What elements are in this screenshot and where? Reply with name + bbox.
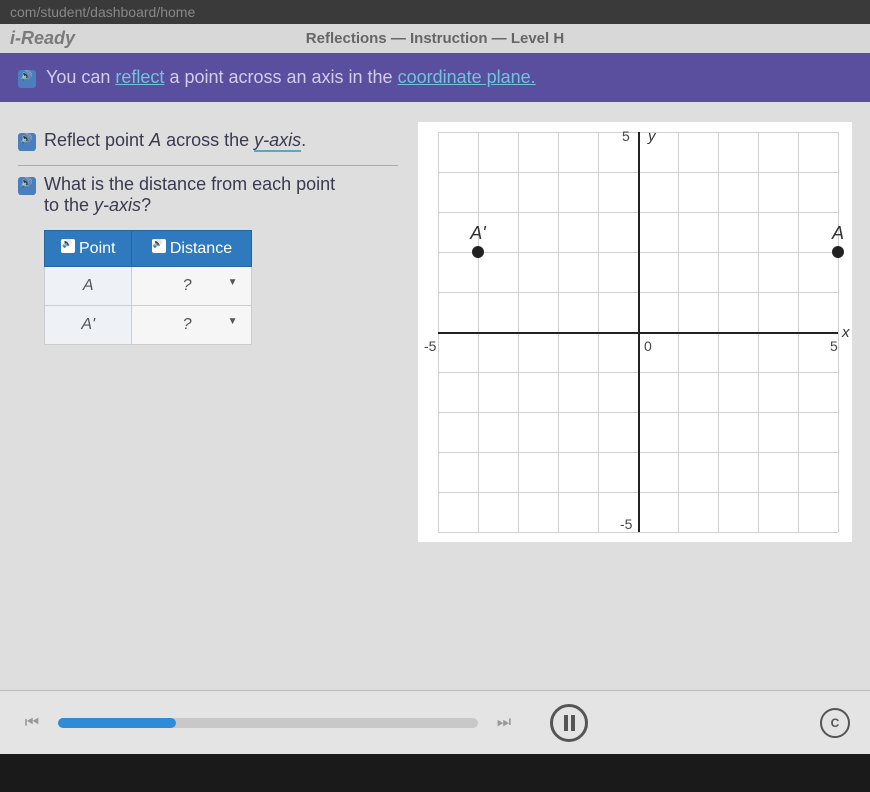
graph-point[interactable]	[472, 246, 484, 258]
col-distance-header: Distance	[132, 231, 252, 267]
content-area: Reflect point A across the y-axis. What …	[0, 102, 870, 690]
coordinate-plane[interactable]: 0-555-5yxAA'	[418, 122, 852, 542]
audio-icon[interactable]	[18, 133, 36, 151]
left-panel: Reflect point A across the y-axis. What …	[18, 122, 398, 670]
banner-text: You can reflect a point across an axis i…	[46, 67, 852, 88]
pause-button[interactable]	[550, 704, 588, 742]
grid: 0-555-5yxAA'	[438, 132, 838, 532]
skip-back-button[interactable]: ⏮	[20, 714, 44, 732]
closed-caption-button[interactable]: C	[820, 708, 850, 738]
distance-dropdown[interactable]: ?▼	[132, 267, 252, 306]
table-row: A' ?▼	[45, 306, 252, 345]
url-text: com/student/dashboard/home	[10, 4, 195, 20]
coordinate-plane-link[interactable]: coordinate plane.	[398, 67, 536, 87]
audio-icon[interactable]	[18, 177, 36, 195]
browser-url-bar: com/student/dashboard/home	[0, 0, 870, 24]
progress-bar[interactable]	[58, 718, 478, 728]
app-title-bar: i-Ready Reflections — Instruction — Leve…	[0, 24, 870, 53]
step1-text: Reflect point A across the y-axis.	[44, 130, 306, 151]
y-axis-link[interactable]: y-axis	[254, 130, 301, 152]
chevron-down-icon: ▼	[228, 277, 238, 288]
progress-fill	[58, 718, 176, 728]
app-logo: i-Ready	[10, 28, 75, 49]
step-2: What is the distance from each point to …	[18, 166, 398, 359]
instruction-banner: You can reflect a point across an axis i…	[0, 53, 870, 102]
step2-text: What is the distance from each point to …	[44, 174, 335, 216]
reflect-link[interactable]: reflect	[115, 67, 164, 87]
point-label: A'	[470, 223, 485, 244]
lesson-title: Reflections — Instruction — Level H	[306, 30, 564, 47]
col-point-header: Point	[45, 231, 132, 267]
distance-dropdown[interactable]: ?▼	[132, 306, 252, 345]
table-row: A ?▼	[45, 267, 252, 306]
chevron-down-icon: ▼	[228, 316, 238, 327]
point-cell: A'	[45, 306, 132, 345]
distance-table: Point Distance A ?▼ A' ?▼	[44, 230, 252, 345]
point-cell: A	[45, 267, 132, 306]
graph-point[interactable]	[832, 246, 844, 258]
audio-icon[interactable]	[152, 239, 166, 253]
audio-icon[interactable]	[61, 239, 75, 253]
footer-controls: ⏮ ⏭ C	[0, 690, 870, 754]
skip-forward-button[interactable]: ⏭	[492, 714, 516, 732]
step-1: Reflect point A across the y-axis.	[18, 122, 398, 166]
audio-icon[interactable]	[18, 70, 36, 88]
point-label: A	[832, 223, 844, 244]
